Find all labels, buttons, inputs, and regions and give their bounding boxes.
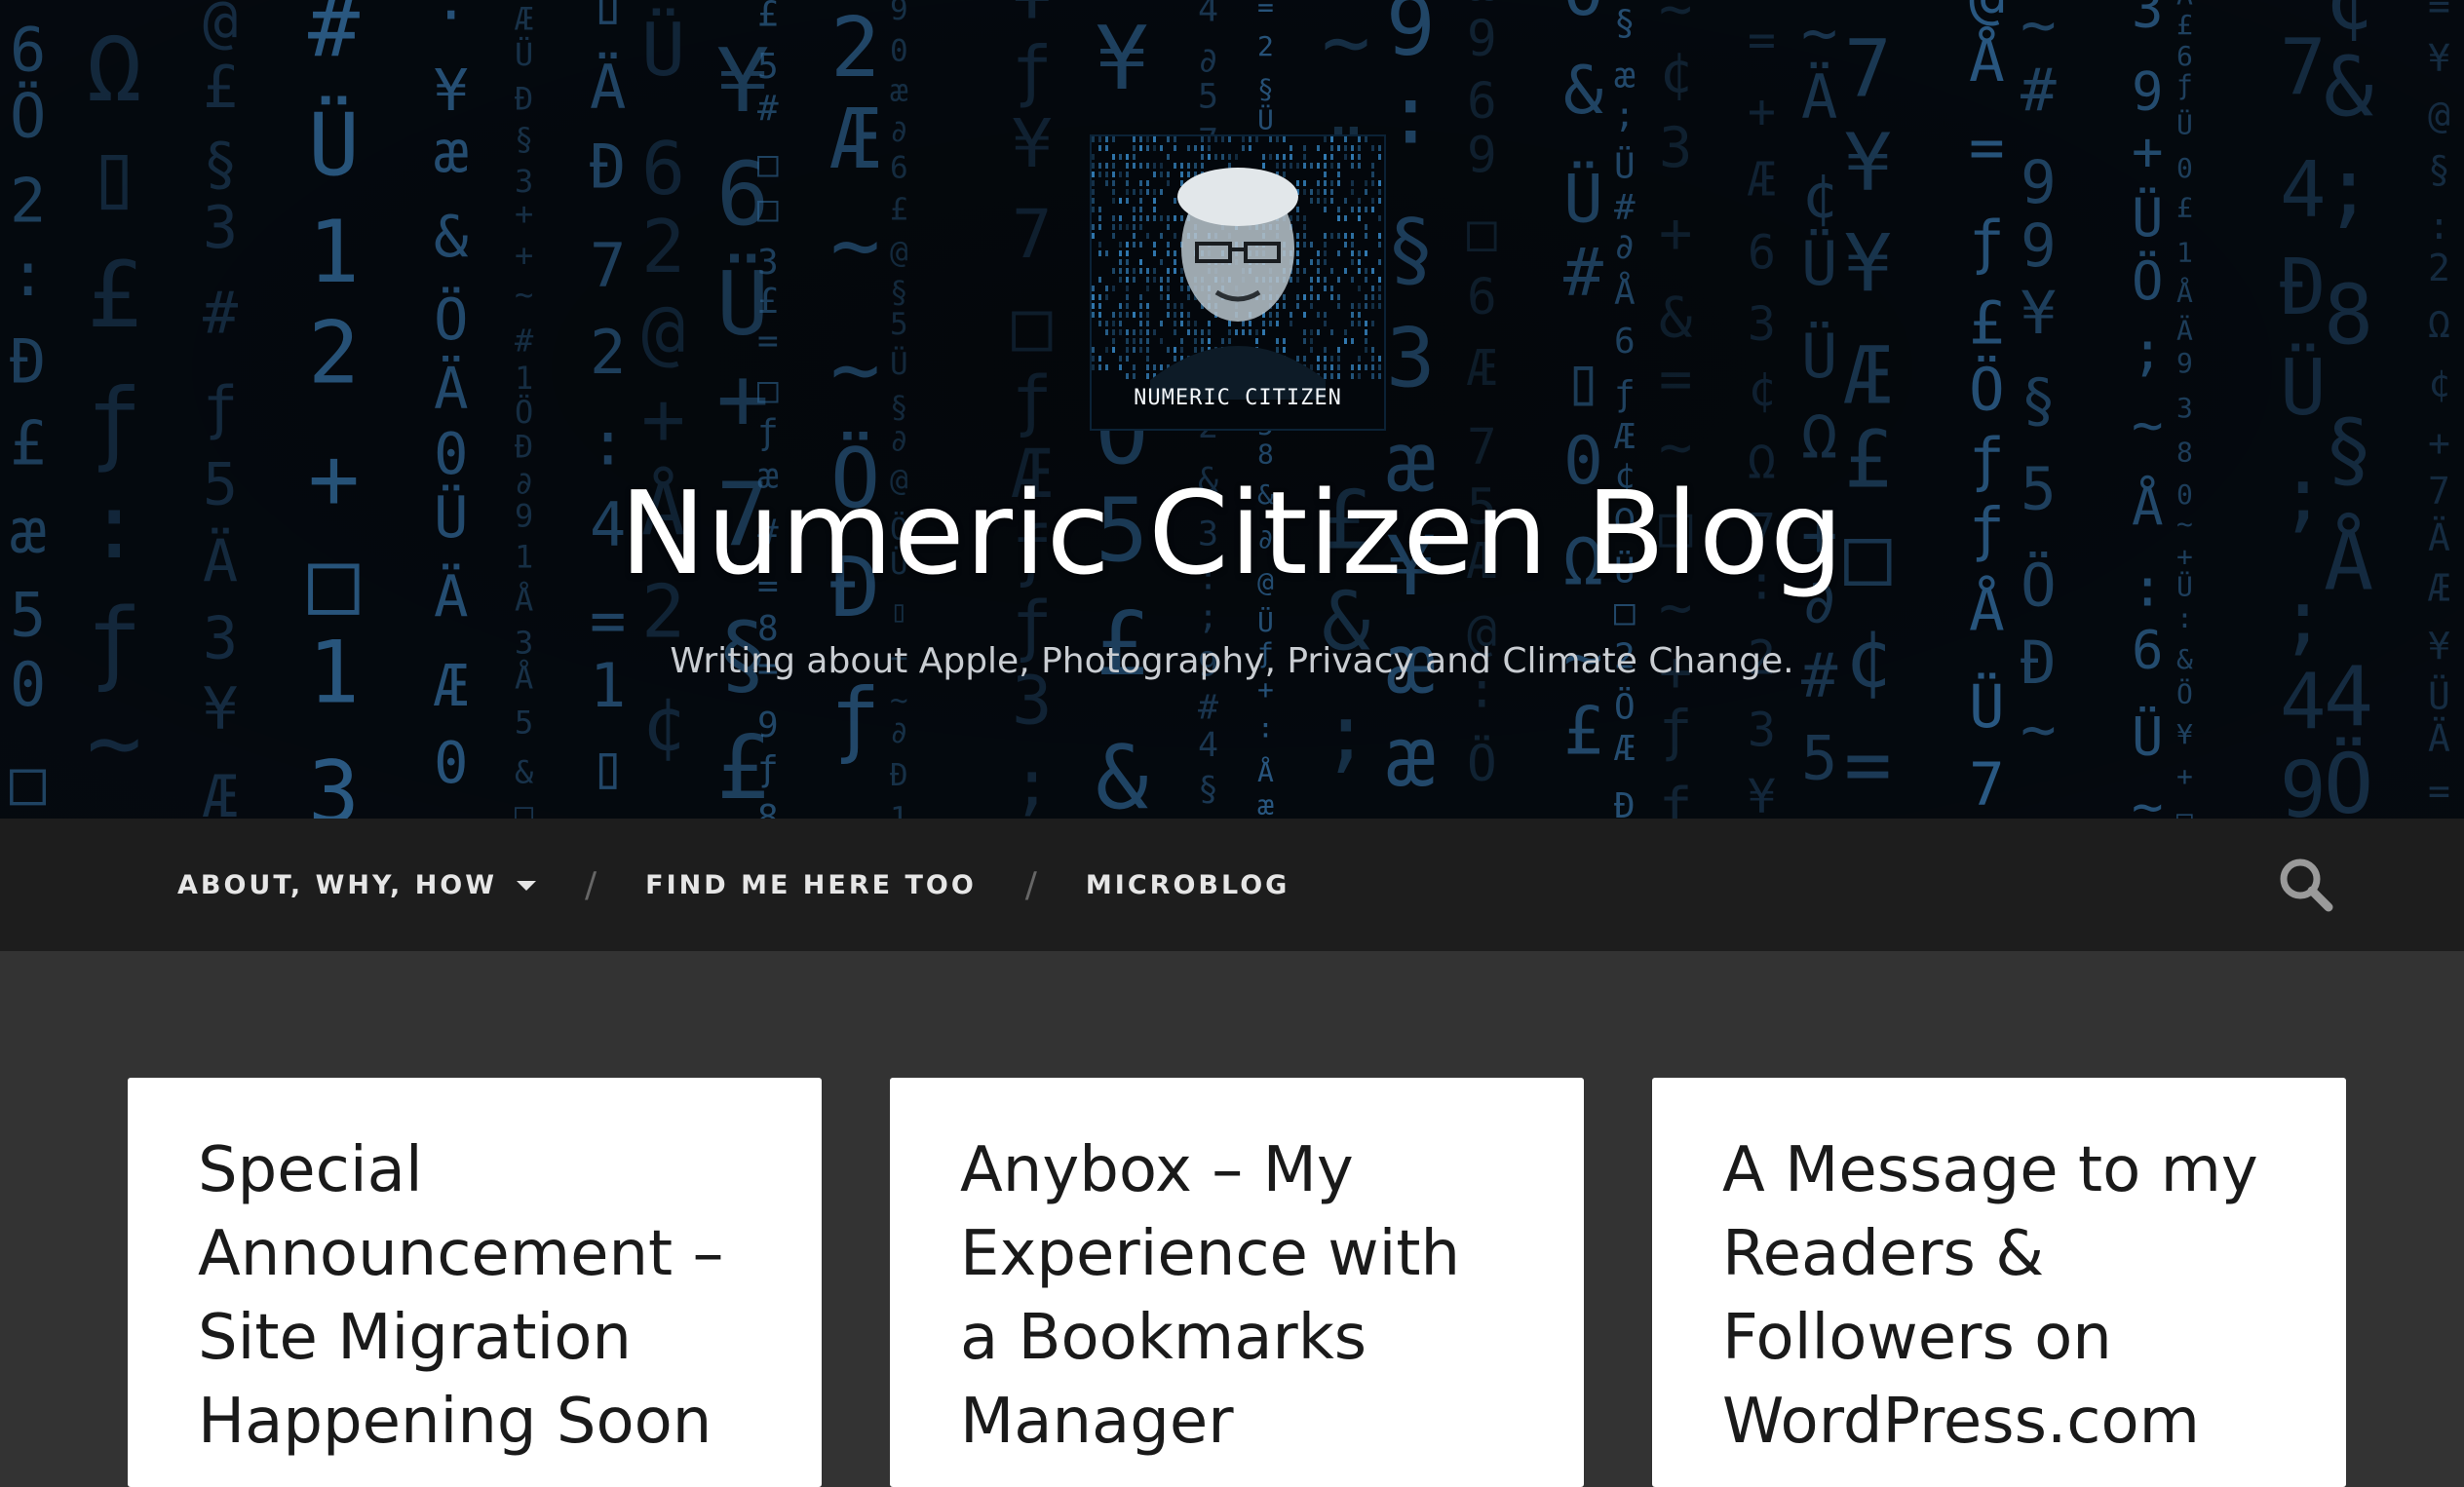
site-description: Writing about Apple, Photography, Privac… — [670, 641, 1794, 681]
post-title[interactable]: Anybox – My Experience with a Bookmarks … — [960, 1128, 1514, 1464]
logo-text: NUMERIC CITIZEN — [1134, 386, 1342, 410]
nav-separator: / — [585, 864, 597, 905]
nav-item-about[interactable]: ABOUT, WHY, HOW — [177, 869, 537, 900]
site-header: ¥6Ö2:Ð£æ50□7Ω▯£ƒ:ƒ~2@£§3#ƒ5Ä3¥ÆÖ#Ü12+□13… — [0, 0, 2464, 819]
site-logo[interactable]: NUMERIC CITIZEN — [1090, 134, 1386, 431]
nav-menu: ABOUT, WHY, HOW / FIND ME HERE TOO / MIC… — [177, 819, 1290, 951]
nav-item-about-label: ABOUT, WHY, HOW — [177, 869, 498, 900]
posts-grid: Special Announcement – Site Migration Ha… — [0, 951, 2464, 1487]
primary-navigation: ABOUT, WHY, HOW / FIND ME HERE TOO / MIC… — [0, 819, 2464, 951]
nav-item-microblog[interactable]: MICROBLOG — [1086, 870, 1290, 900]
search-icon — [2280, 858, 2333, 912]
post-card[interactable]: A Message to my Readers & Followers on W… — [1652, 1078, 2346, 1487]
post-title[interactable]: A Message to my Readers & Followers on W… — [1722, 1128, 2276, 1464]
site-title[interactable]: Numeric Citizen Blog — [0, 460, 2464, 606]
nav-item-microblog-label: MICROBLOG — [1085, 869, 1290, 900]
post-card[interactable]: Special Announcement – Site Migration Ha… — [128, 1078, 822, 1487]
nav-item-find-me[interactable]: FIND ME HERE TOO — [645, 870, 977, 900]
post-title[interactable]: Special Announcement – Site Migration Ha… — [198, 1128, 751, 1464]
post-card[interactable]: Anybox – My Experience with a Bookmarks … — [890, 1078, 1584, 1487]
logo-portrait-image — [1092, 136, 1381, 400]
chevron-down-icon[interactable] — [517, 881, 537, 891]
search-button[interactable] — [2277, 856, 2335, 914]
nav-separator: / — [1024, 864, 1037, 905]
nav-item-find-me-label: FIND ME HERE TOO — [645, 869, 977, 900]
